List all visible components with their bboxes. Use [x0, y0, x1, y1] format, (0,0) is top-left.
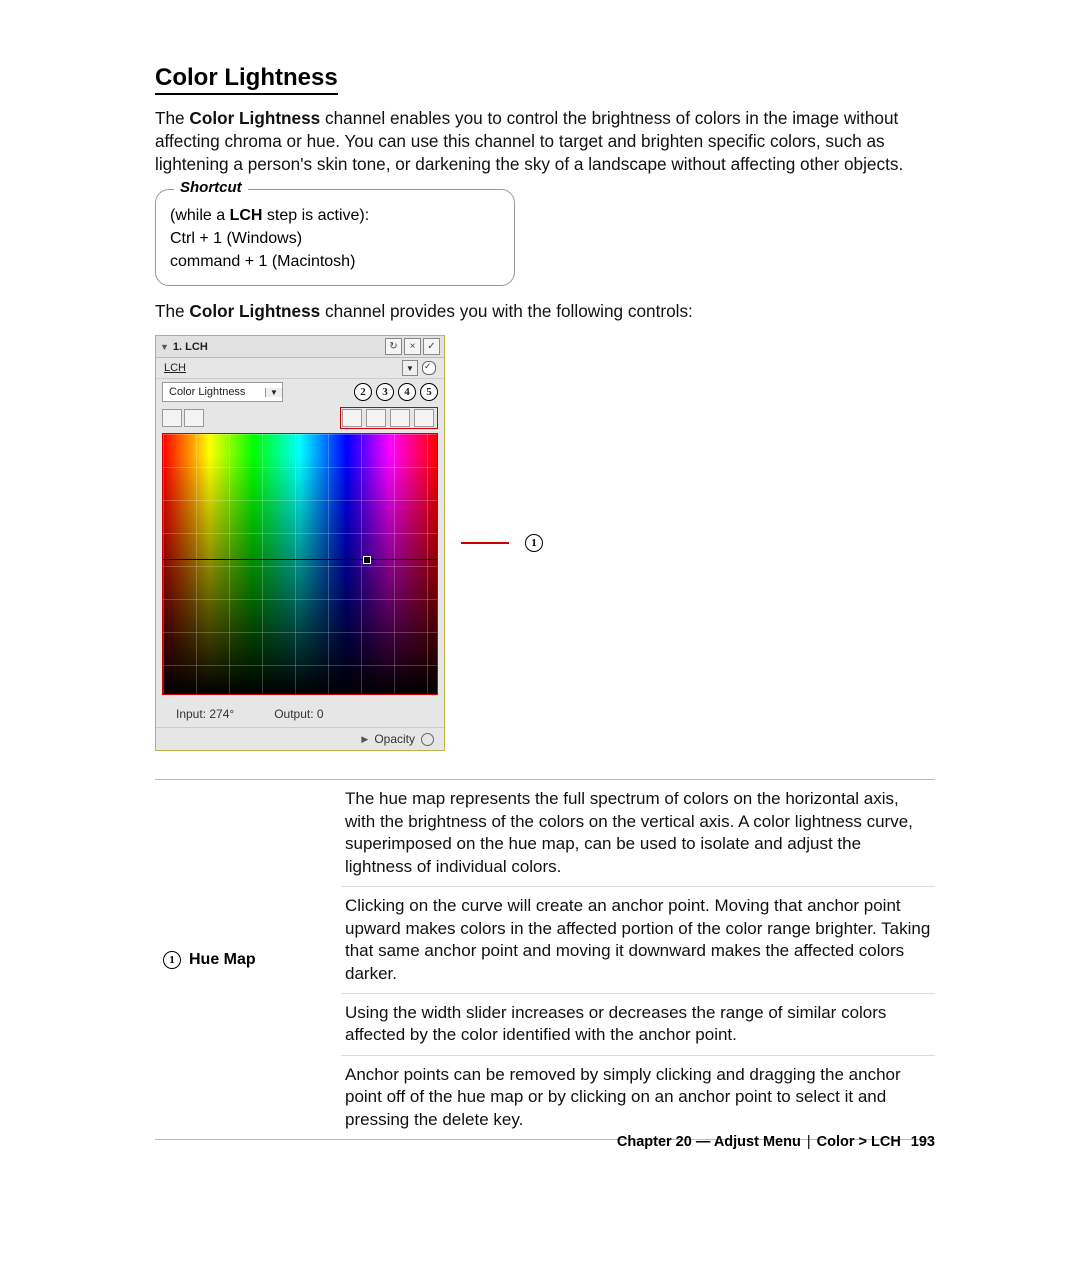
footer-page: 193: [901, 1134, 935, 1150]
t: Input:: [176, 707, 206, 721]
t: 0: [317, 707, 324, 721]
close-icon[interactable]: ×: [404, 338, 421, 355]
panel-title: 1. LCH: [173, 341, 208, 353]
method-enable-check[interactable]: [422, 361, 436, 375]
row-callout-num: 1: [163, 951, 181, 969]
t: channel provides you with the following …: [320, 301, 693, 321]
curve-tools-group: [340, 407, 438, 429]
channel-value: Color Lightness: [163, 386, 265, 398]
apply-icon[interactable]: ✓: [423, 338, 440, 355]
shortcut-legend: Shortcut: [174, 179, 248, 196]
callout-3: 3: [376, 383, 394, 401]
edit-anchor-tool[interactable]: [366, 409, 386, 427]
disclosure-icon[interactable]: ▼: [160, 342, 169, 352]
delete-anchor-tool[interactable]: [390, 409, 410, 427]
panel-titlebar: ▼ 1. LCH ↻ × ✓: [156, 336, 444, 358]
t: (while a: [170, 207, 230, 224]
method-dropdown[interactable]: ▼: [402, 360, 418, 376]
shortcut-windows: Ctrl + 1 (Windows): [170, 227, 500, 250]
row-title: Hue Map: [189, 951, 256, 969]
callout-2: 2: [354, 383, 372, 401]
reset-icon[interactable]: ↻: [385, 338, 402, 355]
row-paragraph: Clicking on the curve will create an anc…: [341, 887, 935, 994]
row-paragraph: Using the width slider increases or decr…: [341, 994, 935, 1056]
controls-table: 1 Hue Map The hue map represents the ful…: [155, 779, 935, 1140]
shortcut-mac: command + 1 (Macintosh): [170, 250, 500, 273]
row-paragraph: The hue map represents the full spectrum…: [341, 780, 935, 887]
opacity-radio[interactable]: [421, 733, 434, 746]
output-readout: Output: 0: [274, 707, 323, 721]
t: Output:: [274, 707, 313, 721]
disclosure-icon[interactable]: ▶: [361, 734, 368, 745]
intro-paragraph: The Color Lightness channel enables you …: [155, 107, 935, 177]
callout-5: 5: [420, 383, 438, 401]
t: The: [155, 108, 189, 128]
input-readout: Input: 274°: [176, 707, 234, 721]
t: LCH: [230, 207, 263, 224]
t: step is active):: [262, 207, 369, 224]
page-footer: Chapter 20 — Adjust Menu|Color > LCH193: [617, 1134, 935, 1150]
anchor-point[interactable]: [363, 556, 371, 564]
opacity-label: Opacity: [374, 732, 415, 746]
table-row: 1 Hue Map The hue map represents the ful…: [155, 780, 935, 1140]
row-label: 1 Hue Map: [155, 780, 341, 1139]
section-heading: Color Lightness: [155, 64, 338, 95]
shortcut-box: Shortcut (while a LCH step is active): C…: [155, 189, 515, 287]
t: 274°: [209, 707, 234, 721]
lightness-curve[interactable]: [163, 559, 437, 560]
width-icon[interactable]: [184, 409, 204, 427]
lch-panel: ▼ 1. LCH ↻ × ✓ LCH ▼ Color Lightness ▼ 2: [155, 335, 445, 751]
tool-row: [156, 405, 444, 433]
footer-crumb: Color > LCH: [817, 1134, 901, 1150]
hue-map-frame: [162, 433, 438, 695]
chevron-down-icon: ▼: [265, 388, 282, 397]
channel-row: Color Lightness ▼ 2 3 4 5: [156, 379, 444, 405]
callout-1: 1: [525, 534, 543, 552]
row-content: The hue map represents the full spectrum…: [341, 780, 935, 1139]
footer-chapter: Chapter 20 — Adjust Menu: [617, 1134, 801, 1150]
method-label: LCH: [164, 362, 186, 374]
hue-map[interactable]: [163, 434, 437, 694]
t: Color Lightness: [189, 301, 320, 321]
callout-4: 4: [398, 383, 416, 401]
method-row: LCH ▼: [156, 358, 444, 379]
reset-curve-tool[interactable]: [414, 409, 434, 427]
add-anchor-tool[interactable]: [342, 409, 362, 427]
callout-leader: [461, 542, 509, 544]
t: Color Lightness: [189, 108, 320, 128]
io-readout: Input: 274° Output: 0: [156, 701, 444, 727]
panel-with-callout: ▼ 1. LCH ↻ × ✓ LCH ▼ Color Lightness ▼ 2: [155, 335, 935, 751]
row-paragraph: Anchor points can be removed by simply c…: [341, 1056, 935, 1139]
histogram-icon[interactable]: [162, 409, 182, 427]
t: The: [155, 301, 189, 321]
shortcut-context: (while a LCH step is active):: [170, 204, 500, 227]
channel-select[interactable]: Color Lightness ▼: [162, 382, 283, 402]
opacity-row: ▶ Opacity: [156, 727, 444, 750]
lead-paragraph: The Color Lightness channel provides you…: [155, 300, 935, 323]
